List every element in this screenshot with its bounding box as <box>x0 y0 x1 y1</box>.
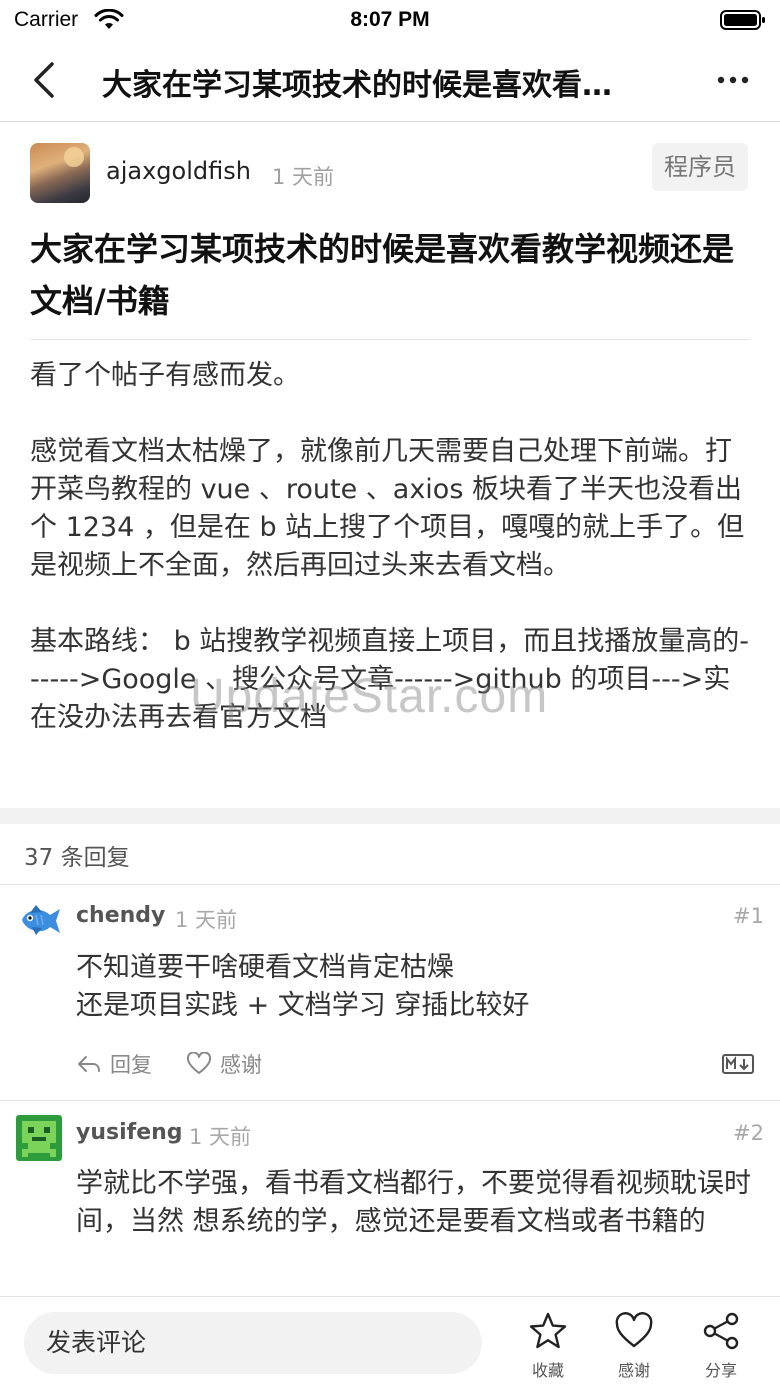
heart-icon <box>615 1312 653 1348</box>
author-avatar[interactable] <box>30 143 90 203</box>
reply-body: 学就比不学强，看书看文档都行，不要觉得看视频耽误时间，当然 想系统的学，感觉还是… <box>76 1165 766 1241</box>
title-divider <box>30 339 750 340</box>
favorite-label: 收藏 <box>531 1361 564 1380</box>
reply-count: 37 条回复 <box>24 845 130 871</box>
post-title: 大家在学习某项技术的时候是喜欢看教学视频还是文档/书籍 <box>30 230 735 320</box>
reply-line: 学就比不学强，看书看文档都行，不要觉得看视频耽误时间，当然 想系统的学，感觉还是… <box>76 1168 751 1237</box>
node-badge[interactable]: 程序员 <box>652 143 748 191</box>
more-options-icon[interactable] <box>716 74 750 86</box>
reply-line: 还是项目实践 + 文档学习 穿插比较好 <box>76 990 530 1021</box>
thanks-label: 感谢 <box>220 1053 262 1077</box>
reply-floor: #2 <box>733 1121 764 1145</box>
post-paragraph: 感觉看文档太枯燥了，就像前几天需要自己处理下前端。打开菜鸟教程的 vue 、ro… <box>30 436 745 581</box>
thanks-label: 感谢 <box>617 1361 650 1380</box>
star-icon <box>529 1312 567 1349</box>
reply-avatar-fish[interactable] <box>16 897 62 943</box>
reply-avatar-pixel[interactable] <box>16 1115 62 1161</box>
comment-input[interactable]: 发表评论 <box>24 1312 482 1374</box>
nav-title: 大家在学习某项技术的时候是喜欢看… <box>102 68 612 103</box>
battery-icon <box>720 10 765 30</box>
thank-topic-button[interactable]: 感谢 <box>604 1311 664 1381</box>
reply-item: chendy 1 天前 #1 不知道要干啥硬看文档肯定枯燥 还是项目实践 + 文… <box>0 885 780 1100</box>
reply-arrow-icon <box>78 1056 100 1072</box>
markdown-icon[interactable] <box>722 1054 754 1074</box>
reply-line: 不知道要干啥硬看文档肯定枯燥 <box>76 952 454 983</box>
post-time: 1 天前 <box>272 165 335 189</box>
section-gap <box>0 808 780 824</box>
reply-item: yusifeng 1 天前 #2 学就比不学强，看书看文档都行，不要觉得看视频耽… <box>0 1101 780 1296</box>
post-paragraph: 看了个帖子有感而发。 <box>30 360 300 391</box>
status-bar: Carrier 8:07 PM <box>0 0 780 40</box>
reply-body: 不知道要干啥硬看文档肯定枯燥 还是项目实践 + 文档学习 穿插比较好 <box>76 949 766 1025</box>
reply-label: 回复 <box>110 1053 152 1077</box>
back-chevron-icon[interactable] <box>28 58 62 102</box>
bottom-toolbar: 发表评论 收藏 感谢 分享 <box>0 1296 780 1387</box>
post-paragraph: 基本路线： b 站搜教学视频直接上项目，而且找播放量高的------>Googl… <box>30 626 750 733</box>
nav-bar: 大家在学习某项技术的时候是喜欢看… <box>0 40 780 122</box>
clock: 8:07 PM <box>350 8 430 31</box>
post-body: 看了个帖子有感而发。 感觉看文档太枯燥了，就像前几天需要自己处理下前端。打开菜鸟… <box>30 357 755 775</box>
reply-author[interactable]: chendy <box>76 903 165 928</box>
reply-author[interactable]: yusifeng <box>76 1120 183 1145</box>
topic-post: ajaxgoldfish 1 天前 程序员 大家在学习某项技术的时候是喜欢看教学… <box>0 123 780 808</box>
thank-reply-button[interactable]: 感谢 <box>186 1049 262 1079</box>
share-icon <box>703 1312 739 1350</box>
reply-time: 1 天前 <box>175 908 238 932</box>
favorite-button[interactable]: 收藏 <box>518 1311 578 1381</box>
reply-floor: #1 <box>733 904 764 928</box>
reply-time: 1 天前 <box>189 1125 252 1149</box>
reply-button[interactable]: 回复 <box>76 1049 152 1079</box>
post-author[interactable]: ajaxgoldfish <box>106 157 251 185</box>
heart-icon <box>186 1052 212 1074</box>
share-button[interactable]: 分享 <box>691 1311 751 1381</box>
share-label: 分享 <box>704 1361 737 1380</box>
